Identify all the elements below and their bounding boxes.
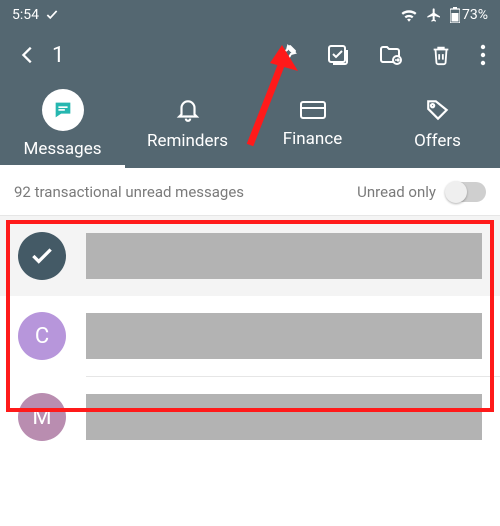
tab-label: Reminders [147,131,228,151]
move-folder-icon[interactable] [378,43,402,67]
avatar[interactable]: M [18,393,66,441]
airplane-icon [426,7,442,23]
message-preview [86,313,482,359]
message-preview [86,233,482,279]
app-bar: 1 [0,30,500,80]
unread-only-toggle[interactable] [446,182,486,202]
battery-icon: 73% [450,7,488,23]
back-button[interactable] [8,44,48,66]
battery-pct: 73% [462,7,488,23]
list-item[interactable]: C [0,296,500,376]
tab-offers[interactable]: Offers [375,80,500,168]
message-list: C M [0,216,500,457]
select-all-icon[interactable] [326,43,350,67]
tab-reminders[interactable]: Reminders [125,80,250,168]
tab-label: Finance [283,129,342,149]
avatar-letter: M [32,405,51,430]
tab-label: Messages [24,139,102,159]
status-app-icon [45,8,59,22]
message-preview [86,394,482,440]
tag-icon [425,97,451,123]
tab-label: Offers [414,131,461,151]
tab-finance[interactable]: Finance [250,80,375,168]
status-time: 5:54 [12,7,39,23]
pin-icon[interactable] [274,43,298,67]
avatar-letter: C [35,324,49,349]
overflow-icon[interactable] [480,44,486,66]
tab-messages[interactable]: Messages [0,80,125,168]
bell-icon [175,97,201,123]
messages-icon [42,89,84,131]
status-bar: 5:54 73% [0,0,500,30]
unread-summary: 92 transactional unread messages [14,183,244,201]
avatar-selected[interactable] [18,232,66,280]
list-item[interactable]: M [0,377,500,457]
tab-bar: Messages Reminders Finance Offers [0,80,500,168]
list-item[interactable] [0,216,500,296]
avatar[interactable]: C [18,312,66,360]
wifi-icon [400,8,418,22]
delete-icon[interactable] [430,43,452,67]
card-icon [299,99,327,121]
unread-only-label: Unread only [357,183,436,201]
filter-bar: 92 transactional unread messages Unread … [0,168,500,216]
selection-count: 1 [52,43,64,68]
